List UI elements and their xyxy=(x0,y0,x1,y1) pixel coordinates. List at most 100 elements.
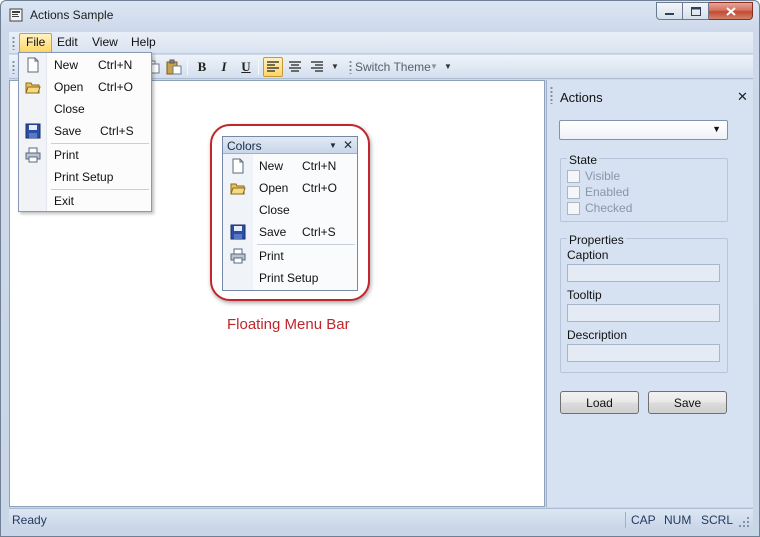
floating-menu-item-print-setup[interactable]: Print Setup xyxy=(223,267,357,289)
menu-item-shortcut: Ctrl+S xyxy=(100,124,134,138)
menu-item-shortcut: Ctrl+O xyxy=(302,181,338,195)
menu-item-label: Print Setup xyxy=(259,271,319,285)
caption-field[interactable] xyxy=(567,264,720,282)
menu-item-shortcut: Ctrl+N xyxy=(302,159,337,173)
floating-menu-item-save[interactable]: Save Ctrl+S xyxy=(223,221,357,243)
align-center-button[interactable] xyxy=(285,57,305,77)
file-menu-item-open[interactable]: Open Ctrl+O xyxy=(19,76,151,98)
paste-icon xyxy=(166,59,182,75)
menu-item-label: Save xyxy=(259,225,287,239)
floating-menu-item-new[interactable]: New Ctrl+N xyxy=(223,155,357,177)
menubar-grip[interactable] xyxy=(12,36,15,50)
save-disk-icon xyxy=(25,123,41,139)
title-bar[interactable]: Actions Sample xyxy=(1,1,759,31)
checkbox-box xyxy=(567,202,580,215)
align-right-button[interactable] xyxy=(307,57,327,77)
caption-label: Caption xyxy=(567,248,609,262)
close-button[interactable] xyxy=(709,2,753,20)
open-folder-icon xyxy=(230,183,246,195)
new-document-icon xyxy=(232,158,244,174)
toolbar-grip[interactable] xyxy=(12,60,15,74)
floating-menu-title: Colors xyxy=(227,139,262,153)
minimize-icon xyxy=(665,12,674,15)
actions-pane-header: Actions ✕ xyxy=(547,80,753,112)
align-left-icon xyxy=(267,61,279,72)
maximize-icon xyxy=(690,6,701,16)
italic-button[interactable]: I xyxy=(214,57,234,77)
align-left-button[interactable] xyxy=(263,57,283,77)
state-group: State Visible Enabled Checked xyxy=(560,153,728,222)
switch-theme-arrow-icon[interactable]: ▼ xyxy=(430,62,438,71)
pane-close-icon[interactable]: ✕ xyxy=(737,89,748,105)
close-icon[interactable]: ✕ xyxy=(343,138,353,152)
file-menu-dropdown: New Ctrl+N Open Ctrl+O Close Save Ctrl+S… xyxy=(18,52,152,212)
status-text: Ready xyxy=(12,513,47,527)
properties-group: Properties Caption Tooltip Description xyxy=(560,233,728,373)
menu-item-label: Save xyxy=(54,124,82,138)
floating-menu-titlebar[interactable]: Colors ▼ ✕ xyxy=(223,137,357,154)
bold-button[interactable]: B xyxy=(192,57,212,77)
floating-menu-item-close[interactable]: Close xyxy=(223,199,357,221)
floating-menu-item-print[interactable]: Print xyxy=(223,245,357,267)
properties-legend: Properties xyxy=(567,233,626,247)
menu-item-label: Print xyxy=(259,249,284,263)
num-lock-indicator: NUM xyxy=(664,513,692,527)
file-menu-item-save[interactable]: Save Ctrl+S xyxy=(19,120,151,142)
actions-pane-title: Actions xyxy=(560,90,603,105)
switch-theme-button[interactable]: Switch Theme xyxy=(355,60,431,74)
menu-view[interactable]: View xyxy=(86,33,124,53)
action-combobox[interactable]: ▼ xyxy=(559,120,728,140)
printer-icon xyxy=(25,147,41,163)
checkbox-label: Checked xyxy=(585,201,633,215)
underline-button[interactable]: U xyxy=(236,57,256,77)
checkbox-box xyxy=(567,186,580,199)
checkbox-label: Enabled xyxy=(585,185,630,199)
file-menu-item-exit[interactable]: Exit xyxy=(19,190,151,212)
checked-checkbox[interactable]: Checked xyxy=(567,200,717,216)
app-icon xyxy=(9,8,23,22)
open-folder-icon xyxy=(25,82,41,94)
menu-item-label: Print Setup xyxy=(54,170,114,184)
scroll-lock-indicator: SCRL xyxy=(701,513,734,527)
file-menu-item-print-setup[interactable]: Print Setup xyxy=(19,166,151,188)
menu-item-label: Open xyxy=(259,181,289,195)
file-menu-item-close[interactable]: Close xyxy=(19,98,151,120)
menu-item-label: Exit xyxy=(54,194,75,208)
actions-pane: Actions ✕ ▼ State Visible Enabled Checke… xyxy=(546,80,753,507)
close-icon xyxy=(725,6,736,16)
menu-help[interactable]: Help xyxy=(125,33,162,53)
maximize-button[interactable] xyxy=(683,2,709,20)
menu-edit[interactable]: Edit xyxy=(51,33,84,53)
chevron-down-icon[interactable]: ▼ xyxy=(329,141,337,150)
menu-item-label: Open xyxy=(54,80,84,94)
menu-item-shortcut: Ctrl+N xyxy=(98,58,133,72)
new-document-icon xyxy=(27,57,39,73)
enabled-checkbox[interactable]: Enabled xyxy=(567,184,717,200)
visible-checkbox[interactable]: Visible xyxy=(567,168,717,184)
menu-item-label: Close xyxy=(259,203,290,217)
floating-menu-caption: Floating Menu Bar xyxy=(227,316,350,333)
load-button[interactable]: Load xyxy=(560,391,639,414)
align-dropdown-arrow-icon[interactable]: ▼ xyxy=(331,62,339,71)
description-field[interactable] xyxy=(567,344,720,362)
window-title: Actions Sample xyxy=(30,8,114,22)
checkbox-box xyxy=(567,170,580,183)
toolbar-overflow-icon[interactable]: ▼ xyxy=(444,62,452,71)
resize-grip-icon[interactable] xyxy=(739,517,750,528)
minimize-button[interactable] xyxy=(656,2,683,20)
save-button[interactable]: Save xyxy=(648,391,727,414)
menu-file[interactable]: File xyxy=(19,33,53,53)
file-menu-item-print[interactable]: Print xyxy=(19,144,151,166)
align-center-icon xyxy=(289,61,301,72)
paste-button[interactable] xyxy=(164,57,184,77)
tooltip-field[interactable] xyxy=(567,304,720,322)
floating-menu-item-open[interactable]: Open Ctrl+O xyxy=(223,177,357,199)
tooltip-label: Tooltip xyxy=(567,288,602,302)
save-disk-icon xyxy=(230,224,246,240)
file-menu-item-new[interactable]: New Ctrl+N xyxy=(19,54,151,76)
printer-icon xyxy=(230,248,246,264)
menu-item-shortcut: Ctrl+O xyxy=(98,80,134,94)
menu-item-label: Close xyxy=(54,102,85,116)
menu-bar: File Edit View Help xyxy=(9,32,753,54)
toolbar2-grip[interactable] xyxy=(349,60,352,74)
